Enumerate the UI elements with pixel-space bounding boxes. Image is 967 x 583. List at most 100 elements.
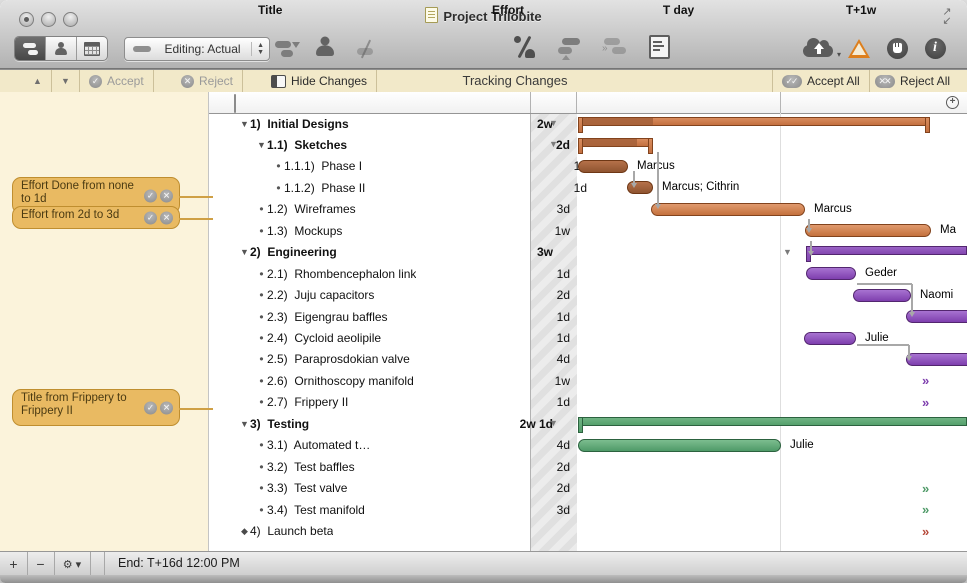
task-row[interactable]: ▼2) Engineering3w xyxy=(209,242,560,263)
gantt-task-bar[interactable] xyxy=(804,332,856,345)
change-disclosure-icon[interactable]: ▼ xyxy=(549,418,558,428)
task-title[interactable]: 2.1) Rhombencephalon link xyxy=(267,267,416,281)
note-reject-icon[interactable]: ✕ xyxy=(160,401,173,414)
task-row[interactable]: ▼1.1) Sketches2d xyxy=(209,134,577,155)
next-change-button[interactable]: ▼ xyxy=(52,70,80,92)
task-title[interactable]: 1) Initial Designs xyxy=(250,117,349,131)
task-title[interactable]: 1.1) Sketches xyxy=(267,138,347,152)
task-title[interactable]: 1.2) Wireframes xyxy=(267,202,356,216)
disclosure-triangle-icon[interactable]: ▼ xyxy=(239,419,250,429)
task-effort[interactable]: 2d xyxy=(557,288,570,302)
task-effort[interactable]: 3w xyxy=(537,245,553,259)
notes-button[interactable] xyxy=(644,33,674,61)
task-row[interactable]: •3.3) Test valve2d xyxy=(209,478,577,499)
gantt-task-bar[interactable] xyxy=(578,160,628,173)
add-resource-button[interactable] xyxy=(312,34,338,60)
stop-publishing-button[interactable] xyxy=(884,36,910,60)
offscreen-task-indicator[interactable]: » xyxy=(922,373,929,388)
gantt-group-bar[interactable] xyxy=(578,117,930,126)
task-title[interactable]: 2.4) Cycloid aeolipile xyxy=(267,331,381,345)
task-effort[interactable]: 2d xyxy=(556,138,570,152)
task-title[interactable]: 1.1.2) Phase II xyxy=(284,181,365,195)
task-title[interactable]: 3) Testing xyxy=(250,417,309,431)
task-row[interactable]: •2.2) Juju capacitors2d xyxy=(209,285,577,306)
task-effort[interactable]: 3d xyxy=(557,503,570,517)
task-effort[interactable]: 2w 1d xyxy=(520,417,553,431)
effort-column-header[interactable]: Effort xyxy=(468,3,524,17)
tab-calendar-view[interactable] xyxy=(77,37,107,60)
task-row[interactable]: •1.1.1) Phase I1d xyxy=(209,156,594,177)
task-title[interactable]: 2.6) Ornithoscopy manifold xyxy=(267,374,414,388)
task-row[interactable]: •3.4) Test manifold3d xyxy=(209,499,577,520)
publish-button[interactable]: ▾ xyxy=(800,33,836,61)
task-title[interactable]: 2.7) Frippery II xyxy=(267,395,348,409)
task-title[interactable]: 2.2) Juju capacitors xyxy=(267,288,374,302)
task-effort[interactable]: 3d xyxy=(557,202,570,216)
task-title[interactable]: 2.5) Paraprosdokian valve xyxy=(267,352,410,366)
task-title[interactable]: 3.1) Automated t… xyxy=(267,438,370,452)
task-title[interactable]: 1.1.1) Phase I xyxy=(284,159,362,173)
task-effort[interactable]: 1d xyxy=(557,395,570,409)
task-title[interactable]: 3.3) Test valve xyxy=(267,481,347,495)
task-row[interactable]: •2.3) Eigengrau baffles1d xyxy=(209,306,577,327)
add-task-button[interactable]: + xyxy=(0,552,28,576)
remove-task-button[interactable]: − xyxy=(27,552,55,576)
reject-all-button[interactable]: ✕✕ Reject All xyxy=(866,70,959,92)
accept-change-button[interactable]: ✓ Accept xyxy=(80,70,154,92)
offscreen-task-indicator[interactable]: » xyxy=(922,481,929,496)
task-effort[interactable]: 1d xyxy=(557,310,570,324)
task-title[interactable]: 3.4) Test manifold xyxy=(267,503,365,517)
gantt-task-bar[interactable] xyxy=(805,224,931,237)
offscreen-task-indicator[interactable]: » xyxy=(922,395,929,410)
gantt-task-bar[interactable] xyxy=(906,310,967,323)
violations-button[interactable] xyxy=(846,36,872,60)
task-title[interactable]: 4) Launch beta xyxy=(250,524,333,538)
shift-tasks-button[interactable]: » xyxy=(598,34,632,60)
action-menu-button[interactable]: ⚙ ▾ xyxy=(54,552,91,576)
change-disclosure-icon[interactable]: ▼ xyxy=(549,139,558,149)
note-reject-icon[interactable]: ✕ xyxy=(160,211,173,224)
timeline-header-tday[interactable]: T day xyxy=(577,3,780,17)
task-row[interactable]: •2.1) Rhombencephalon link1d xyxy=(209,263,577,284)
task-row[interactable]: •2.5) Paraprosdokian valve4d xyxy=(209,349,577,370)
accept-all-button[interactable]: ✓✓ Accept All xyxy=(772,70,870,92)
task-row[interactable]: •2.6) Ornithoscopy manifold1w xyxy=(209,370,577,391)
group-task-button[interactable] xyxy=(272,38,300,60)
change-note[interactable]: Title from Frippery to Frippery II✓✕ xyxy=(12,389,180,426)
note-accept-icon[interactable]: ✓ xyxy=(144,189,157,202)
task-row[interactable]: •2.7) Frippery II1d xyxy=(209,392,577,413)
note-reject-icon[interactable]: ✕ xyxy=(160,189,173,202)
disclosure-triangle-icon[interactable]: ▼ xyxy=(256,140,267,150)
gantt-group-bar[interactable] xyxy=(806,246,967,255)
gantt-task-bar[interactable] xyxy=(906,353,967,366)
previous-change-button[interactable]: ▲ xyxy=(24,70,52,92)
timeline-zoom-icon[interactable]: + xyxy=(946,96,959,109)
tab-gantt-view[interactable] xyxy=(15,37,46,60)
task-row[interactable]: •1.2) Wireframes3d xyxy=(209,199,577,220)
note-accept-icon[interactable]: ✓ xyxy=(144,401,157,414)
disclosure-triangle-icon[interactable]: ▼ xyxy=(239,119,250,129)
timeline-header-t1w[interactable]: T+1w xyxy=(781,3,941,17)
disclosure-triangle-icon[interactable]: ▼ xyxy=(239,247,250,257)
task-effort[interactable]: 1w xyxy=(555,224,570,238)
task-row[interactable]: •1.3) Mockups1w xyxy=(209,220,577,241)
reject-change-button[interactable]: ✕ Reject xyxy=(172,70,243,92)
task-row[interactable]: •2.4) Cycloid aeolipile1d xyxy=(209,328,577,349)
level-resources-button[interactable] xyxy=(552,34,586,60)
task-effort[interactable]: 4d xyxy=(557,352,570,366)
task-effort[interactable]: 1d xyxy=(557,331,570,345)
unassign-resource-button[interactable] xyxy=(352,38,380,60)
task-row[interactable]: •3.2) Test baffles2d xyxy=(209,456,577,477)
task-effort[interactable]: 2d xyxy=(557,481,570,495)
task-row[interactable]: ▼1) Initial Designs2w xyxy=(209,113,560,134)
gantt-task-bar[interactable] xyxy=(651,203,805,216)
task-row[interactable]: ◆4) Launch beta xyxy=(209,521,560,542)
change-note[interactable]: Effort from 2d to 3d✓✕ xyxy=(12,206,180,229)
task-effort[interactable]: 4d xyxy=(557,438,570,452)
title-column-header[interactable]: Title xyxy=(258,3,282,17)
editing-mode-select[interactable]: Editing: Actual ▲▼ xyxy=(124,37,270,61)
assignments-button[interactable] xyxy=(510,34,540,60)
task-effort[interactable]: 1w xyxy=(555,374,570,388)
task-effort[interactable]: 1d xyxy=(557,267,570,281)
tab-resources-view[interactable] xyxy=(46,37,77,60)
